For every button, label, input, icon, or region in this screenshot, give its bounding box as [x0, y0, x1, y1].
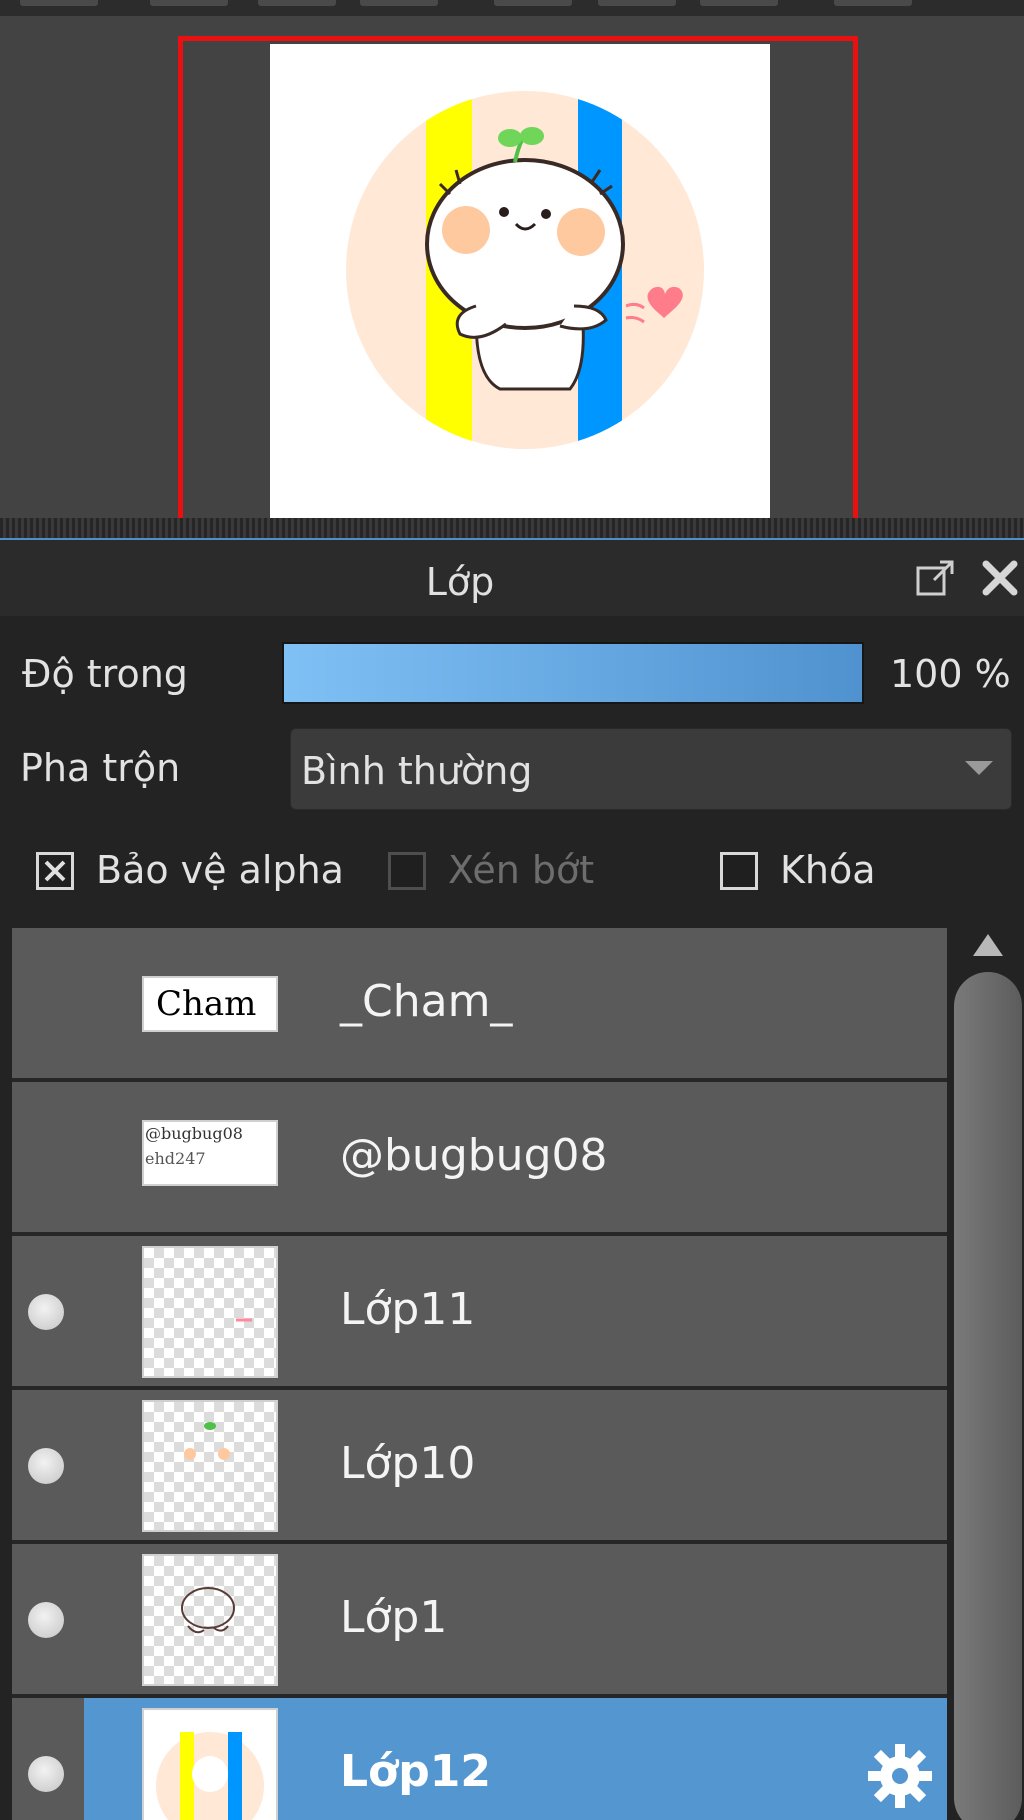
viewport-rectangle[interactable] [178, 36, 858, 530]
layer-list-scrollbar[interactable] [952, 928, 1024, 1820]
layer-row-selected[interactable]: Lớp12 [12, 1698, 947, 1820]
panel-splitter[interactable] [0, 518, 1024, 540]
layer-row[interactable]: Lớp10 [12, 1390, 947, 1544]
layer-row[interactable]: Cham _Cham_ [12, 928, 947, 1082]
layer-row[interactable]: Lớp1 [12, 1544, 947, 1698]
panel-title: Lớp [425, 560, 495, 604]
protect-alpha-checkbox[interactable] [36, 852, 74, 890]
navigator-preview[interactable] [0, 16, 1024, 530]
layer-row[interactable]: Lớp11 [12, 1236, 947, 1390]
layer-thumbnail [142, 1400, 278, 1532]
layer-thumbnail [142, 1246, 278, 1378]
layer-properties: Độ trong 100 % Pha trộn Bình thường Bảo … [0, 616, 1024, 928]
layer-name[interactable]: Lớp10 [340, 1438, 475, 1489]
opacity-value: 100 % [890, 652, 1011, 696]
toolbar-tab[interactable] [834, 0, 912, 6]
heart-sketch-thumbnail [236, 1318, 252, 1322]
blend-mode-label: Pha trộn [20, 746, 181, 790]
scroll-up-arrow-icon[interactable] [973, 934, 1003, 956]
toolbar-tab[interactable] [700, 0, 778, 6]
protect-alpha-label: Bảo vệ alpha [96, 848, 344, 892]
opacity-label: Độ trong [22, 652, 188, 696]
opacity-slider-fill [284, 644, 862, 702]
cheeks-sprout-thumbnail [184, 1422, 230, 1460]
layer-thumbnail: @bugbug08 ehd247 [142, 1120, 278, 1186]
thumbnail-text: @bugbug08 [145, 1124, 243, 1143]
visibility-toggle[interactable] [28, 1448, 64, 1484]
layer-panel-header: Lớp [0, 540, 1024, 616]
float-window-icon[interactable] [914, 556, 958, 600]
layer-name[interactable]: Lớp1 [340, 1592, 447, 1643]
close-icon[interactable] [978, 556, 1022, 600]
layer-thumbnail [142, 1554, 278, 1686]
toolbar-tab[interactable] [20, 0, 98, 6]
visibility-toggle[interactable] [28, 1756, 64, 1792]
lineart-thumbnail [181, 1587, 235, 1634]
toolbar-tab[interactable] [494, 0, 572, 6]
checkmark-x-icon [44, 860, 66, 882]
clipping-label: Xén bớt [448, 848, 595, 892]
gear-icon[interactable] [864, 1740, 936, 1812]
clipping-checkbox [388, 852, 426, 890]
layer-name[interactable]: @bugbug08 [340, 1130, 607, 1181]
scroll-thumb[interactable] [954, 972, 1022, 1820]
toolbar-tab[interactable] [258, 0, 336, 6]
thumbnail-text: Cham [156, 984, 257, 1024]
layer-name[interactable]: Lớp12 [340, 1746, 491, 1797]
blend-mode-value: Bình thường [301, 749, 533, 793]
layer-name[interactable]: Lớp11 [340, 1284, 475, 1335]
thumbnail-text: ehd247 [145, 1149, 206, 1168]
toolbar-tab[interactable] [360, 0, 438, 6]
layer-thumbnail [142, 1708, 278, 1820]
toolbar-tab[interactable] [150, 0, 228, 6]
blend-mode-dropdown[interactable]: Bình thường [290, 728, 1012, 810]
lock-label: Khóa [780, 848, 876, 892]
visibility-toggle[interactable] [28, 1294, 64, 1330]
layer-thumbnail: Cham [142, 976, 278, 1032]
visibility-toggle[interactable] [28, 1602, 64, 1638]
background-circle-thumbnail [156, 1732, 264, 1820]
toolbar-tab[interactable] [598, 0, 676, 6]
lock-checkbox[interactable] [720, 852, 758, 890]
chevron-down-icon [965, 761, 993, 775]
opacity-slider[interactable] [282, 642, 864, 704]
layer-name[interactable]: _Cham_ [340, 976, 512, 1027]
layer-list: Cham _Cham_ @bugbug08 ehd247 @bugbug08 L… [0, 928, 1024, 1820]
layer-row[interactable]: @bugbug08 ehd247 @bugbug08 [12, 1082, 947, 1236]
top-toolbar-strip [0, 0, 1024, 16]
